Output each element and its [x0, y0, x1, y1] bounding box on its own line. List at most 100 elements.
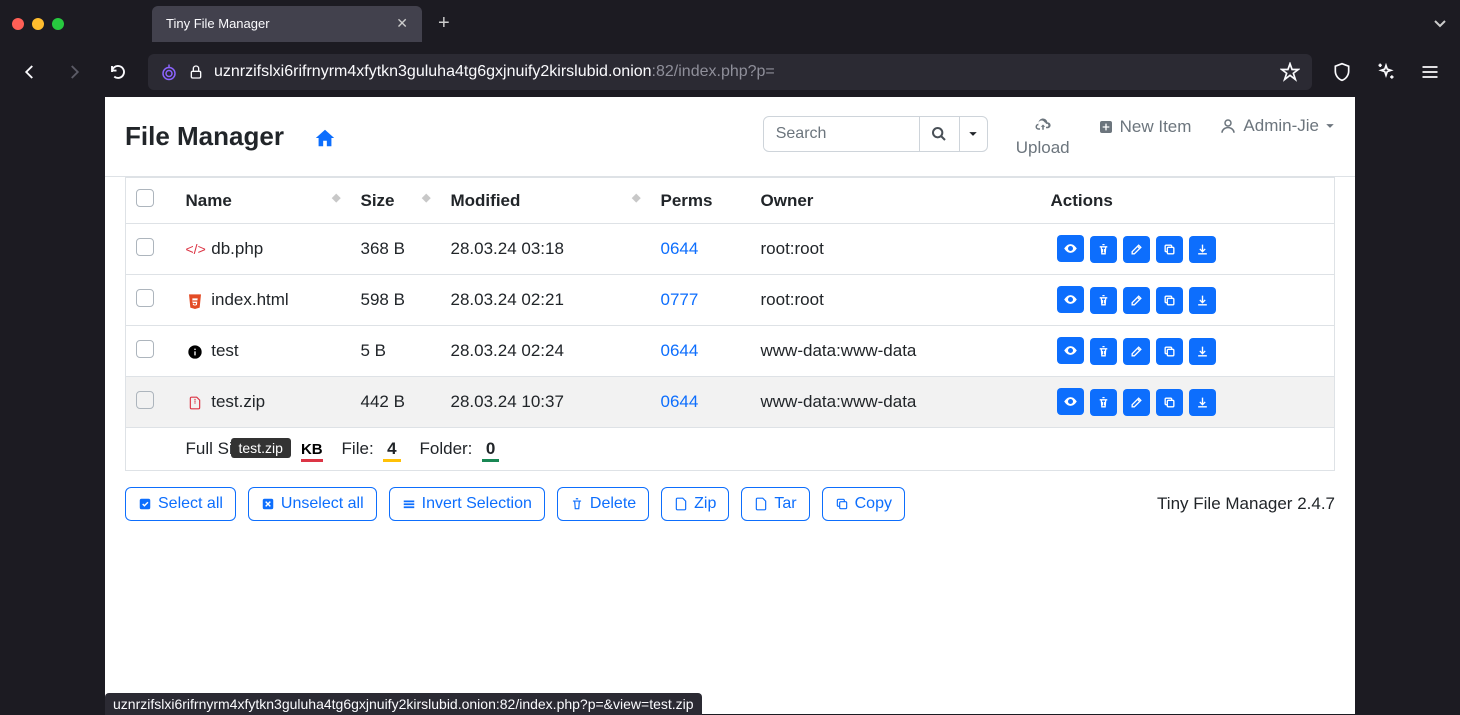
url-text: uznrzifslxi6rifrnyrm4xfytkn3guluha4tg6gx… [214, 63, 1270, 81]
row-checkbox[interactable] [136, 289, 154, 307]
bulk-actions-bar: Select all Unselect all Invert Selection… [105, 471, 1355, 537]
new-item-button[interactable]: New Item [1098, 116, 1192, 138]
user-menu[interactable]: Admin-Jie [1219, 116, 1335, 136]
window-minimize-button[interactable] [32, 18, 44, 30]
file-modified: 28.03.24 03:18 [441, 224, 651, 275]
tab-close-button[interactable]: ✕ [396, 15, 408, 32]
window-controls [12, 18, 64, 30]
bookmark-icon[interactable] [1280, 62, 1300, 82]
download-button[interactable] [1189, 338, 1216, 365]
copy-button[interactable] [1156, 338, 1183, 365]
file-size: 442 B [351, 377, 441, 428]
trash-button[interactable] [1090, 389, 1117, 416]
onion-icon [160, 63, 178, 81]
row-checkbox[interactable] [136, 238, 154, 256]
file-owner: root:root [751, 224, 1041, 275]
url-bar[interactable]: uznrzifslxi6rifrnyrm4xfytkn3guluha4tg6gx… [148, 54, 1312, 90]
delete-button[interactable]: Delete [557, 487, 649, 521]
nav-back-button[interactable] [16, 63, 44, 81]
select-all-checkbox[interactable] [136, 189, 154, 207]
file-owner: www-data:www-data [751, 326, 1041, 377]
new-tab-button[interactable]: + [430, 12, 458, 35]
file-name[interactable]: test.zip [211, 392, 265, 411]
trash-button[interactable] [1090, 287, 1117, 314]
app-brand: File Manager [125, 121, 284, 152]
lock-icon [188, 63, 204, 81]
file-table: Name◆ Size◆ Modified◆ Perms Owner Action… [125, 177, 1335, 471]
file-perms[interactable]: 0777 [661, 290, 699, 309]
trash-button[interactable] [1090, 338, 1117, 365]
file-size: 368 B [351, 224, 441, 275]
edit-button[interactable] [1123, 236, 1150, 263]
file-perms[interactable]: 0644 [661, 239, 699, 258]
copy-button[interactable] [1156, 287, 1183, 314]
search-button[interactable] [919, 117, 959, 151]
col-owner: Owner [761, 191, 814, 210]
window-maximize-button[interactable] [52, 18, 64, 30]
edit-button[interactable] [1123, 338, 1150, 365]
table-row: </> db.php 368 B 28.03.24 03:18 0644 roo… [126, 224, 1335, 275]
copy-button[interactable]: Copy [822, 487, 905, 521]
browser-tab-bar: Tiny File Manager ✕ + [0, 0, 1460, 47]
view-button[interactable] [1057, 388, 1084, 415]
window-close-button[interactable] [12, 18, 24, 30]
status-bar: uznrzifslxi6rifrnyrm4xfytkn3guluha4tg6gx… [105, 693, 702, 715]
col-name[interactable]: Name [186, 191, 232, 210]
table-row: index.html 598 B 28.03.24 02:21 0777 roo… [126, 275, 1335, 326]
home-icon[interactable] [314, 124, 336, 150]
edit-button[interactable] [1123, 389, 1150, 416]
col-size[interactable]: Size [361, 191, 395, 210]
file-modified: 28.03.24 02:24 [441, 326, 651, 377]
sort-icon: ◆ [632, 191, 640, 204]
user-icon [1219, 116, 1237, 136]
file-owner: root:root [751, 275, 1041, 326]
sparkle-icon[interactable] [1372, 62, 1400, 82]
row-checkbox[interactable] [136, 340, 154, 358]
file-name[interactable]: test [211, 341, 238, 360]
download-button[interactable] [1189, 389, 1216, 416]
row-checkbox[interactable] [136, 391, 154, 409]
file-modified: 28.03.24 02:21 [441, 275, 651, 326]
view-button[interactable] [1057, 235, 1084, 262]
tab-title: Tiny File Manager [166, 16, 388, 31]
select-all-button[interactable]: Select all [125, 487, 236, 521]
tab-list-button[interactable] [1432, 15, 1448, 33]
chevron-down-icon [1325, 121, 1335, 131]
search-dropdown[interactable] [959, 117, 987, 151]
invert-selection-button[interactable]: Invert Selection [389, 487, 545, 521]
edit-button[interactable] [1123, 287, 1150, 314]
footer-version: Tiny File Manager 2.4.7 [1157, 494, 1335, 514]
summary-folder-count: 0 [482, 439, 499, 462]
code-file-icon: </> [186, 241, 204, 257]
zip-button[interactable]: Zip [661, 487, 729, 521]
copy-button[interactable] [1156, 236, 1183, 263]
col-modified[interactable]: Modified [451, 191, 521, 210]
view-button[interactable] [1057, 286, 1084, 313]
upload-button[interactable]: Upload [1016, 116, 1070, 158]
sort-icon: ◆ [332, 191, 340, 204]
file-perms[interactable]: 0644 [661, 392, 699, 411]
trash-button[interactable] [1090, 236, 1117, 263]
nav-forward-button[interactable] [60, 63, 88, 81]
info-icon [186, 343, 204, 360]
file-name[interactable]: db.php [211, 239, 263, 258]
menu-icon[interactable] [1416, 62, 1444, 82]
search-group [763, 116, 988, 152]
download-button[interactable] [1189, 287, 1216, 314]
col-perms: Perms [661, 191, 713, 210]
file-size: 598 B [351, 275, 441, 326]
nav-reload-button[interactable] [104, 63, 132, 81]
browser-tab[interactable]: Tiny File Manager ✕ [152, 6, 422, 42]
archive-icon [186, 394, 204, 411]
view-button[interactable] [1057, 337, 1084, 364]
file-perms[interactable]: 0644 [661, 341, 699, 360]
summary-folder-label: Folder: [420, 439, 473, 458]
tar-button[interactable]: Tar [741, 487, 809, 521]
download-button[interactable] [1189, 236, 1216, 263]
unselect-all-button[interactable]: Unselect all [248, 487, 377, 521]
file-owner: www-data:www-data [751, 377, 1041, 428]
shield-icon[interactable] [1328, 62, 1356, 82]
search-input[interactable] [764, 119, 919, 149]
copy-button[interactable] [1156, 389, 1183, 416]
file-name[interactable]: index.html [211, 290, 288, 309]
